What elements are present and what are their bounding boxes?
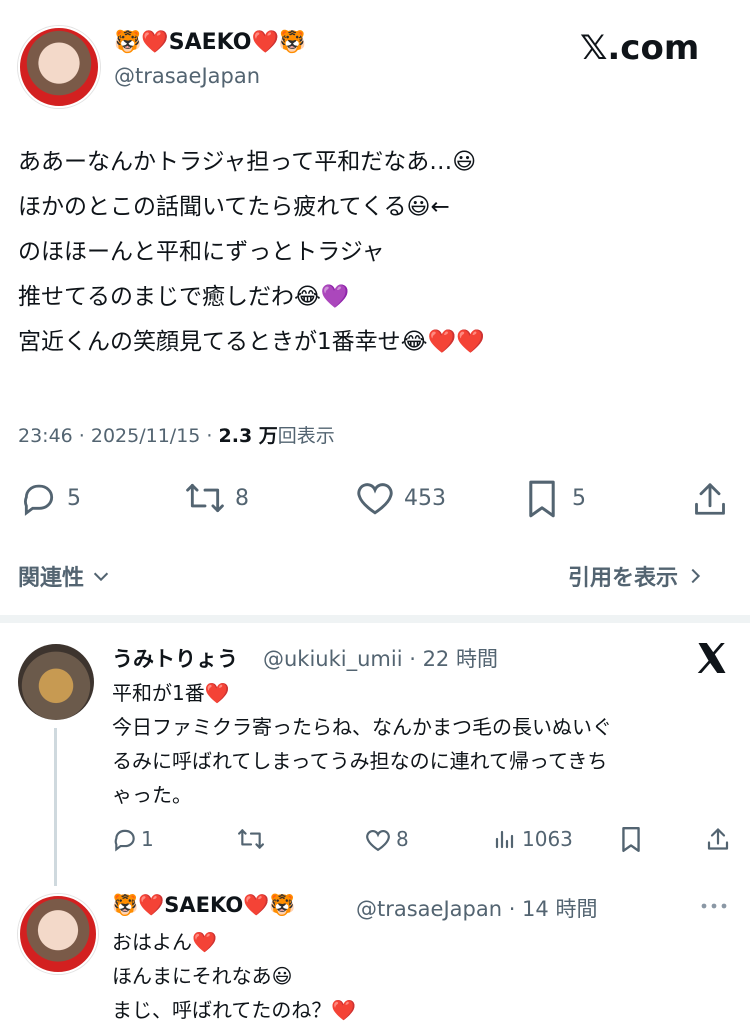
tweet-line: 推せてるのまじで癒しだわ😂💜 (18, 284, 350, 310)
section-divider (0, 615, 750, 623)
tweet-text: ああーなんかトラジャ担って平和だなあ…😃 ほかのとこの話聞いてたら疲れてくる😃←… (18, 140, 733, 365)
tweet-line: 宮近くんの笑顔見てるときが1番幸せ😂❤️❤️ (18, 329, 485, 355)
author-display-name[interactable]: 🐯❤️SAEKO❤️🐯 (114, 30, 306, 55)
views-count: 1063 (522, 827, 573, 851)
reply-handle-time[interactable]: @ukiuki_umii · 22 時間 (263, 643, 498, 673)
reply-line: ゃった。 (112, 783, 192, 807)
view-quotes-link[interactable]: 引用を表示 (568, 560, 706, 592)
thread-connector (54, 728, 57, 886)
reply-text: おはよん❤️ ほんまにそれなあ😃 まじ、呼ばれてたのね？❤️ (112, 925, 732, 1027)
x-logo-icon (694, 640, 730, 676)
like-count: 453 (404, 486, 446, 511)
like-icon[interactable] (364, 828, 392, 852)
reply-line: おはよん❤️ (112, 930, 217, 954)
like-count: 8 (396, 827, 409, 851)
reply-handle-time[interactable]: @trasaeJapan · 14 時間 (356, 893, 597, 923)
reply-count: 5 (67, 486, 81, 511)
reply-icon[interactable] (112, 826, 138, 852)
reply-icon[interactable] (20, 479, 58, 517)
x-brand-logo: 𝕏.com (580, 28, 700, 68)
chevron-down-icon (90, 565, 112, 587)
reply-count: 1 (141, 827, 154, 851)
view-quotes-label: 引用を表示 (568, 566, 679, 591)
like-icon[interactable] (355, 480, 395, 516)
reply-avatar[interactable] (18, 644, 94, 720)
reply-text: 平和が1番❤️ 今日ファミクラ寄ったらね、なんかまつ毛の長いぬいぐ るみに呼ばれ… (112, 676, 732, 812)
tweet-line: ほかのとこの話聞いてたら疲れてくる😃← (18, 194, 450, 220)
views-icon[interactable] (492, 827, 516, 851)
tweet-timestamp[interactable]: 23:46 · 2025/11/15 · (18, 425, 219, 447)
share-icon[interactable] (706, 826, 730, 852)
view-count: 2.3 万 (218, 425, 278, 447)
tweet-line: のほほーんと平和にずっとトラジャ (18, 239, 385, 265)
tweet-meta: 23:46 · 2025/11/15 · 2.3 万回表示 (18, 421, 335, 448)
sort-dropdown[interactable]: 関連性 (18, 560, 112, 592)
reply-line: るみに呼ばれてしまってうみ担なのに連れて帰ってきち (112, 749, 608, 773)
bookmark-icon[interactable] (526, 479, 558, 519)
reply-display-name[interactable]: 🐯❤️SAEKO❤️🐯 (112, 893, 296, 918)
share-icon[interactable] (692, 480, 728, 518)
more-options-icon[interactable] (698, 898, 730, 914)
bookmark-count: 5 (572, 486, 586, 511)
reply-line: ほんまにそれなあ😃 (112, 964, 293, 988)
reply-line: 今日ファミクラ寄ったらね、なんかまつ毛の長いぬいぐ (112, 715, 612, 739)
reply-display-name[interactable]: うみトりょう (112, 643, 238, 673)
retweet-icon[interactable] (184, 479, 226, 517)
chevron-right-icon (684, 565, 706, 587)
reply-avatar[interactable] (18, 894, 98, 974)
author-avatar[interactable] (18, 26, 100, 108)
bookmark-icon[interactable] (620, 826, 642, 853)
retweet-count: 8 (235, 486, 249, 511)
author-handle[interactable]: @trasaeJapan (114, 64, 260, 88)
retweet-icon[interactable] (236, 826, 266, 852)
view-label: 回表示 (277, 425, 335, 447)
reply-line: まじ、呼ばれてたのね？❤️ (112, 998, 357, 1022)
reply-line: 平和が1番❤️ (112, 681, 230, 705)
tweet-line: ああーなんかトラジャ担って平和だなあ…😃 (18, 149, 477, 175)
sort-label: 関連性 (18, 566, 85, 591)
